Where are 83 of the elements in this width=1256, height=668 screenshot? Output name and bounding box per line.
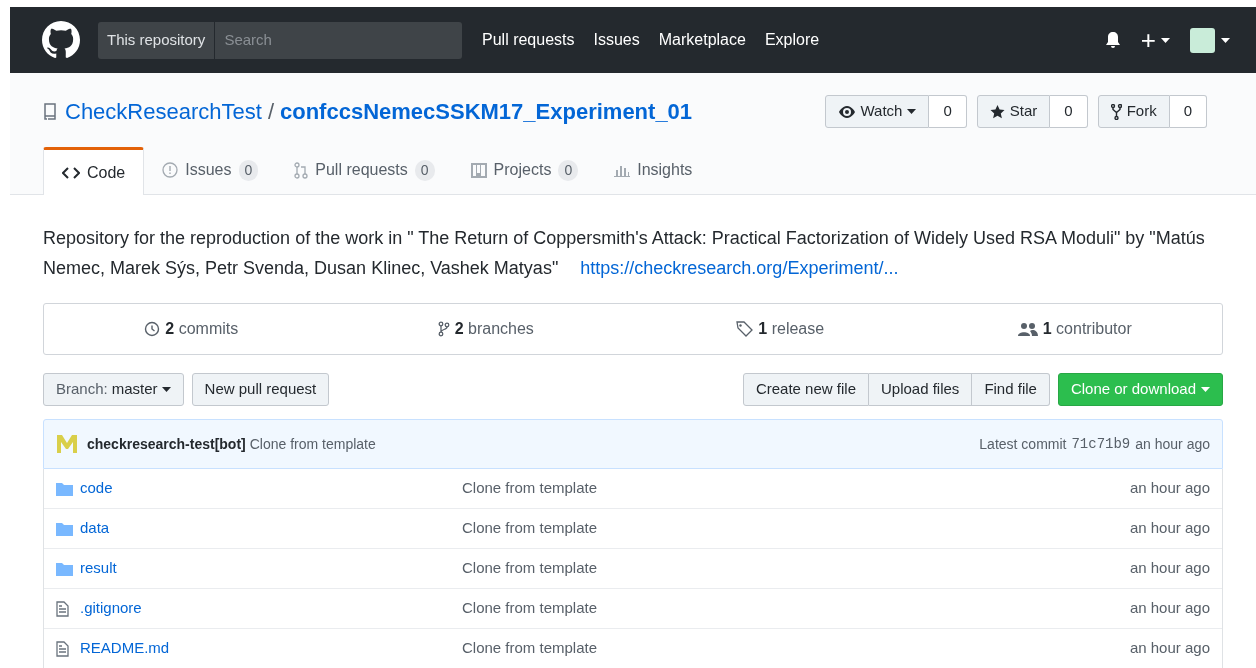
repo-tab[interactable]: Insights	[596, 146, 711, 194]
commit-time: an hour ago	[1129, 518, 1210, 539]
commit-message-link[interactable]: Clone from template	[462, 517, 598, 540]
commit-author-link[interactable]: checkresearch-test[bot]	[87, 433, 246, 455]
file-name-link[interactable]: data	[80, 519, 110, 537]
summary-link[interactable]: 2 commits	[144, 317, 239, 341]
caret-icon	[1161, 37, 1170, 43]
file-name-link[interactable]: code	[80, 479, 113, 497]
caret-icon	[161, 387, 171, 392]
caret-icon	[1221, 37, 1230, 43]
avatar-menu[interactable]	[1190, 27, 1230, 53]
commit-time: an hour ago	[1129, 638, 1210, 659]
website-link[interactable]: https://checkresearch.org/Experiment/...	[580, 258, 899, 278]
file-action-button[interactable]: Find file	[972, 373, 1050, 406]
repo-icon	[43, 102, 57, 121]
commit-time: an hour ago	[1129, 598, 1210, 619]
repo-tab[interactable]: Projects 0	[452, 146, 597, 194]
commit-time: an hour ago	[1135, 434, 1210, 454]
latest-commit-label: Latest commit	[979, 434, 1067, 454]
bar-chart-icon	[614, 163, 631, 177]
count-link[interactable]: 0	[1050, 95, 1088, 128]
owner-link[interactable]: CheckResearchTest	[65, 95, 262, 128]
tab-counter: 0	[238, 159, 259, 181]
summary-link[interactable]: 2 branches	[437, 317, 534, 341]
commit-message-link[interactable]: Clone from template	[462, 557, 598, 580]
count-link[interactable]: 0	[1169, 95, 1207, 128]
tag-icon	[736, 321, 754, 337]
pull-request-icon	[294, 161, 309, 179]
file-action-button[interactable]: Create new file	[742, 373, 869, 406]
summary-link[interactable]: 1 release	[736, 317, 825, 341]
file-name-link[interactable]: .gitignore	[80, 599, 142, 617]
bot-avatar-icon	[56, 433, 78, 455]
folder-icon	[56, 561, 73, 576]
bell-icon[interactable]	[1104, 31, 1121, 49]
file-name-link[interactable]: result	[80, 559, 117, 577]
count-link[interactable]: 0	[929, 95, 967, 128]
project-board-icon	[470, 162, 487, 178]
folder-icon	[56, 521, 73, 536]
repository-description: Repository for the reproduction of the work in " The Return of Coppersmith's Attack: Practical Factorization of Widely Used RSA Moduli" by "Matús Nemec, Marek Sýs, Petr Svenda, Dusan Klinec, Vashek Matyas" https://checkresearch.org/Experiment/...	[43, 227, 1206, 280]
file-icon	[56, 600, 69, 617]
file-icon	[56, 640, 69, 657]
repository-name-link[interactable]: confccsNemecSSKM17_Experiment_01	[280, 95, 693, 128]
repo-tab[interactable]: Pull requests 0	[276, 146, 453, 194]
repo-tab[interactable]: Issues 0	[144, 146, 277, 194]
eye-icon	[837, 105, 856, 118]
nav-link[interactable]: Pull requests	[482, 28, 575, 52]
folder-icon	[56, 481, 73, 496]
commit-sha-link[interactable]: 71c71b9	[1071, 433, 1131, 455]
code-icon	[62, 166, 80, 179]
create-new-menu[interactable]: +	[1140, 27, 1170, 53]
new-pull-request-button[interactable]: New pull request	[191, 373, 330, 406]
commit-time: an hour ago	[1129, 558, 1210, 579]
summary-link[interactable]: 1 contributor	[1017, 317, 1132, 341]
tab-counter: 0	[558, 159, 579, 181]
search-field[interactable]: Search	[215, 21, 462, 59]
commit-message-link[interactable]: Clone from template	[462, 597, 598, 620]
commit-message-link[interactable]: Clone from template	[462, 637, 598, 660]
repo-tab[interactable]: Code	[43, 147, 145, 195]
history-icon	[144, 321, 161, 337]
watch-button[interactable]: Watch	[824, 95, 930, 128]
tab-counter: 0	[414, 159, 435, 181]
nav-link[interactable]: Issues	[593, 28, 640, 52]
commit-message-link[interactable]: Clone from template	[462, 477, 598, 500]
search-scope[interactable]: This repository	[98, 21, 216, 59]
people-icon	[1017, 322, 1038, 336]
path-separator: /	[267, 98, 274, 126]
caret-icon	[907, 109, 917, 114]
commit-message-link[interactable]: Clone from template	[249, 433, 376, 455]
issue-icon	[162, 162, 179, 178]
avatar-icon	[1190, 27, 1215, 53]
nav-link[interactable]: Marketplace	[658, 28, 746, 52]
octocat-logo-icon[interactable]	[42, 21, 80, 59]
branch-select-button[interactable]: Branch: master	[43, 373, 184, 406]
fork-button[interactable]: Fork	[1097, 95, 1170, 128]
star-button[interactable]: Star	[976, 95, 1051, 128]
star-icon	[989, 104, 1005, 119]
fork-icon	[1110, 103, 1122, 120]
caret-icon	[1201, 387, 1210, 392]
commit-time: an hour ago	[1129, 478, 1210, 499]
file-name-link[interactable]: README.md	[80, 639, 170, 657]
file-action-button[interactable]: Upload files	[869, 373, 973, 406]
nav-link[interactable]: Explore	[764, 28, 820, 52]
branch-icon	[437, 321, 450, 337]
